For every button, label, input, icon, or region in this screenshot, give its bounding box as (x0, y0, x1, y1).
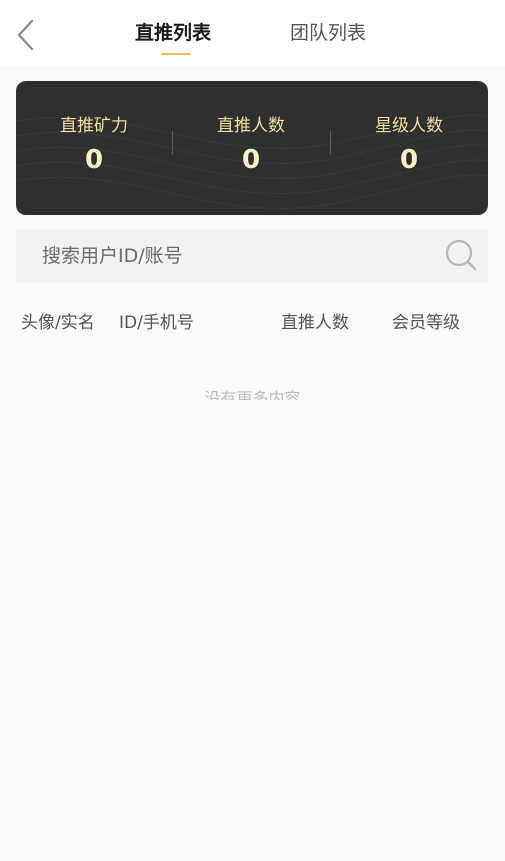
column-header-direct-count: 直推人数 (281, 313, 349, 333)
active-tab-indicator (161, 53, 191, 55)
back-button[interactable] (10, 16, 40, 54)
stat-value: 0 (84, 145, 104, 175)
app-header: 直推列表 团队列表 (0, 0, 505, 66)
stats-card: 直推矿力 0 直推人数 0 星级人数 0 (16, 81, 488, 215)
search-bar (16, 229, 488, 283)
empty-state-clip: 没有更多内容 (0, 388, 505, 400)
stat-divider (172, 131, 173, 155)
column-header-member-level: 会员等级 (392, 313, 460, 333)
stat-star-count: 星级人数 0 (339, 115, 479, 175)
stat-label: 直推人数 (217, 116, 285, 136)
column-header-id-phone: ID/手机号 (119, 313, 194, 333)
stat-divider (330, 131, 331, 155)
stat-label: 直推矿力 (60, 116, 128, 136)
stat-value: 0 (241, 145, 261, 175)
column-header-avatar-name: 头像/实名 (21, 313, 95, 333)
stat-label: 星级人数 (375, 116, 443, 136)
search-input[interactable] (42, 229, 422, 283)
tab-direct-list[interactable]: 直推列表 (135, 18, 211, 48)
chevron-left-icon (17, 19, 34, 51)
empty-state-text: 没有更多内容 (204, 389, 301, 400)
tab-team-list[interactable]: 团队列表 (290, 18, 366, 48)
stat-direct-count: 直推人数 0 (181, 115, 321, 175)
stat-direct-power: 直推矿力 0 (24, 115, 164, 175)
stat-value: 0 (399, 145, 419, 175)
search-icon[interactable] (444, 238, 478, 272)
